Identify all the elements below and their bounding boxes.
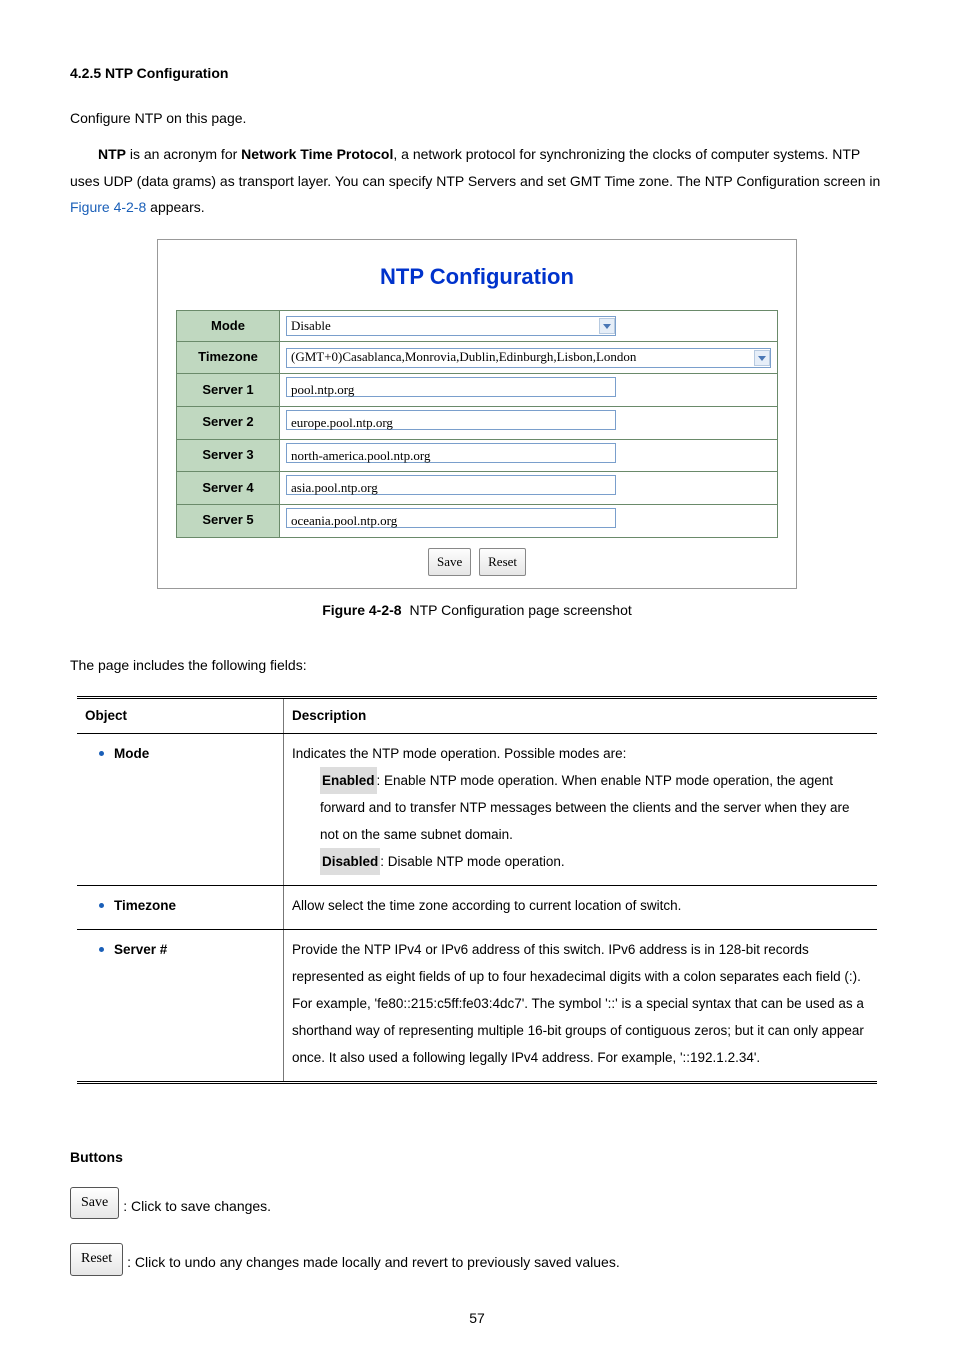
chevron-down-icon (754, 350, 770, 366)
ntp-paragraph: NTP is an acronym for Network Time Proto… (70, 141, 884, 221)
server4-input[interactable]: asia.pool.ntp.org (286, 475, 616, 495)
row-label-server1: Server 1 (177, 374, 280, 407)
row-label-timezone: Timezone (177, 342, 280, 374)
reset-explain-row: Reset : Click to undo any changes made l… (70, 1243, 884, 1276)
figure-caption: Figure 4-2-8 NTP Configuration page scre… (70, 597, 884, 624)
chevron-down-icon (599, 318, 615, 334)
row-label-server2: Server 2 (177, 406, 280, 439)
table-row: Mode Indicates the NTP mode operation. P… (77, 734, 877, 886)
page-number: 57 (0, 1305, 954, 1332)
bullet-icon (99, 903, 104, 908)
disabled-text: : Disable NTP mode operation. (380, 854, 564, 869)
row-label-mode: Mode (177, 310, 280, 342)
enabled-text: : Enable NTP mode operation. When enable… (320, 773, 850, 842)
col-header-object: Object (77, 698, 284, 734)
mode-select-value: Disable (291, 314, 331, 339)
section-heading: 4.2.5 NTP Configuration (70, 60, 884, 87)
server-desc: Provide the NTP IPv4 or IPv6 address of … (284, 930, 878, 1083)
row-label-server5: Server 5 (177, 504, 280, 537)
timezone-desc: Allow select the time zone according to … (284, 886, 878, 930)
save-explain-row: Save : Click to save changes. (70, 1187, 884, 1220)
reset-explain-text: : Click to undo any changes made locally… (127, 1249, 620, 1276)
timezone-select-value: (GMT+0)Casablanca,Monrovia,Dublin,Edinbu… (291, 345, 636, 370)
save-button-sample[interactable]: Save (70, 1187, 119, 1220)
object-label-mode: Mode (114, 746, 149, 761)
bullet-icon (99, 751, 104, 756)
reset-button-sample[interactable]: Reset (70, 1243, 123, 1276)
table-row: Server # Provide the NTP IPv4 or IPv6 ad… (77, 930, 877, 1083)
para-text-1: is an acronym for (126, 146, 241, 162)
object-label-timezone: Timezone (114, 898, 176, 913)
intro-line: Configure NTP on this page. (70, 105, 884, 132)
figure-number: Figure 4-2-8 (322, 602, 401, 618)
object-label-server: Server # (114, 942, 167, 957)
server3-input[interactable]: north-america.pool.ntp.org (286, 443, 616, 463)
mode-select[interactable]: Disable (286, 316, 616, 336)
buttons-heading: Buttons (70, 1144, 884, 1171)
figure-caption-text: NTP Configuration page screenshot (406, 602, 632, 618)
mode-desc-line1: Indicates the NTP mode operation. Possib… (292, 740, 869, 767)
save-button[interactable]: Save (428, 548, 471, 577)
config-table: Mode Disable Timezone (GMT+0)Casablanca,… (176, 310, 778, 538)
bullet-icon (99, 947, 104, 952)
panel-title: NTP Configuration (176, 250, 778, 310)
server2-input[interactable]: europe.pool.ntp.org (286, 410, 616, 430)
timezone-select[interactable]: (GMT+0)Casablanca,Monrovia,Dublin,Edinbu… (286, 348, 771, 368)
table-row: Timezone Allow select the time zone acco… (77, 886, 877, 930)
fields-table: Object Description Mode Indicates the NT… (77, 696, 877, 1084)
fields-intro: The page includes the following fields: (70, 652, 884, 679)
disabled-label: Disabled (320, 848, 380, 875)
server5-input[interactable]: oceania.pool.ntp.org (286, 508, 616, 528)
ntp-fullname: Network Time Protocol (241, 146, 393, 162)
enabled-label: Enabled (320, 767, 377, 794)
figure-reference[interactable]: Figure 4-2-8 (70, 199, 146, 215)
para-text-3: appears. (146, 199, 204, 215)
ntp-config-screenshot: NTP Configuration Mode Disable Timezone … (157, 239, 797, 589)
save-explain-text: : Click to save changes. (123, 1193, 271, 1220)
ntp-abbr: NTP (98, 146, 126, 162)
section-number: 4.2.5 NTP Configuration (70, 65, 228, 81)
col-header-description: Description (284, 698, 878, 734)
row-label-server4: Server 4 (177, 472, 280, 505)
reset-button[interactable]: Reset (479, 548, 526, 577)
row-label-server3: Server 3 (177, 439, 280, 472)
server1-input[interactable]: pool.ntp.org (286, 377, 616, 397)
